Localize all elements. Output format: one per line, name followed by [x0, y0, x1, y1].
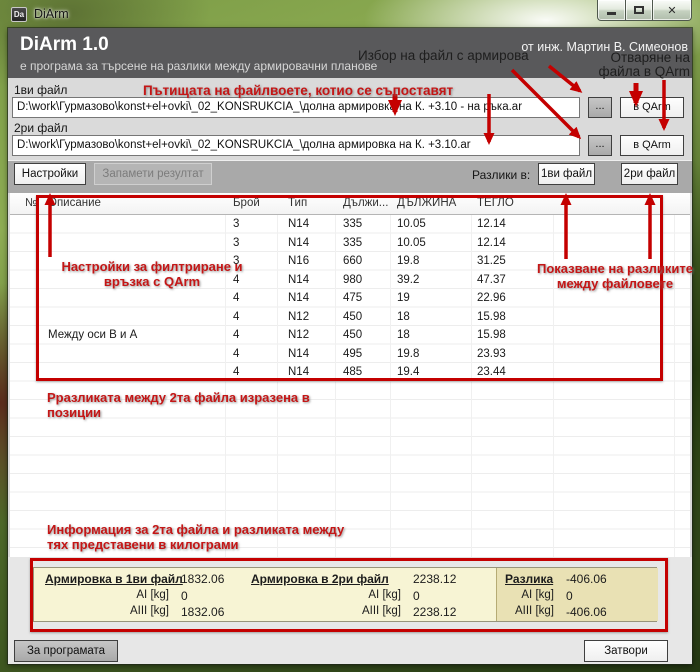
window-title: DiArm [34, 7, 69, 21]
close-app-button[interactable]: Затвори [584, 640, 668, 662]
maximize-button[interactable] [625, 0, 653, 21]
window-controls: ✕ [598, 0, 692, 21]
file1-browse-button[interactable]: ... [588, 97, 612, 118]
app-subtitle: е програма за търсене на разлики между а… [20, 59, 377, 73]
file1-open-qarm-button[interactable]: в QArm [620, 97, 684, 118]
file2-path-input[interactable]: D:\work\Гурмазово\konst+el+ovki\_02_KONS… [12, 135, 580, 156]
app-icon: Da [11, 7, 27, 22]
minimize-button[interactable] [597, 0, 626, 21]
save-result-button: Запамети резултат [94, 163, 212, 185]
annotation-open-in-qarm: Отваряне на файла в QArm [578, 51, 690, 79]
page-title: DiArm 1.0 [20, 34, 109, 56]
maximize-icon [634, 6, 644, 14]
annotation-info-kilograms: Информация за 2та файла и разликата межд… [47, 522, 347, 552]
annotation-choose-file: Избор на файл с армирова [358, 48, 529, 63]
close-button[interactable]: ✕ [652, 0, 692, 21]
file2-open-qarm-button[interactable]: в QArm [620, 135, 684, 156]
file1-path-input[interactable]: D:\work\Гурмазово\konst+el+ovki\_02_KONS… [12, 97, 580, 118]
annotation-show-differences: Показване на разликите между файловете [535, 261, 695, 291]
annotation-file-paths: Пътищата на файлвоете, котио се съпостав… [143, 83, 453, 98]
file2-label: 2ри файл [14, 121, 68, 135]
minimize-icon [607, 12, 616, 15]
diff-file1-button[interactable]: 1ви файл [538, 163, 595, 185]
title-bar[interactable]: Da DiArm ✕ [0, 0, 700, 28]
close-icon: ✕ [667, 4, 676, 17]
annotation-filter-settings: Настройки за филтриране и връзка с QArm [57, 259, 247, 289]
about-button[interactable]: За програмата [14, 640, 118, 662]
diff-in-label: Разлики в: [472, 168, 530, 182]
file2-browse-button[interactable]: ... [588, 135, 612, 156]
annotation-rect-summary [30, 558, 668, 632]
desktop-background: Da DiArm ✕ DiArm 1.0 е програма за търсе… [0, 0, 700, 672]
diff-file2-button[interactable]: 2ри файл [621, 163, 678, 185]
settings-button[interactable]: Настройки [14, 163, 86, 185]
annotation-diff-positions: Рразликата между 2та файла изразена в по… [47, 390, 315, 420]
file1-label: 1ви файл [14, 83, 67, 97]
